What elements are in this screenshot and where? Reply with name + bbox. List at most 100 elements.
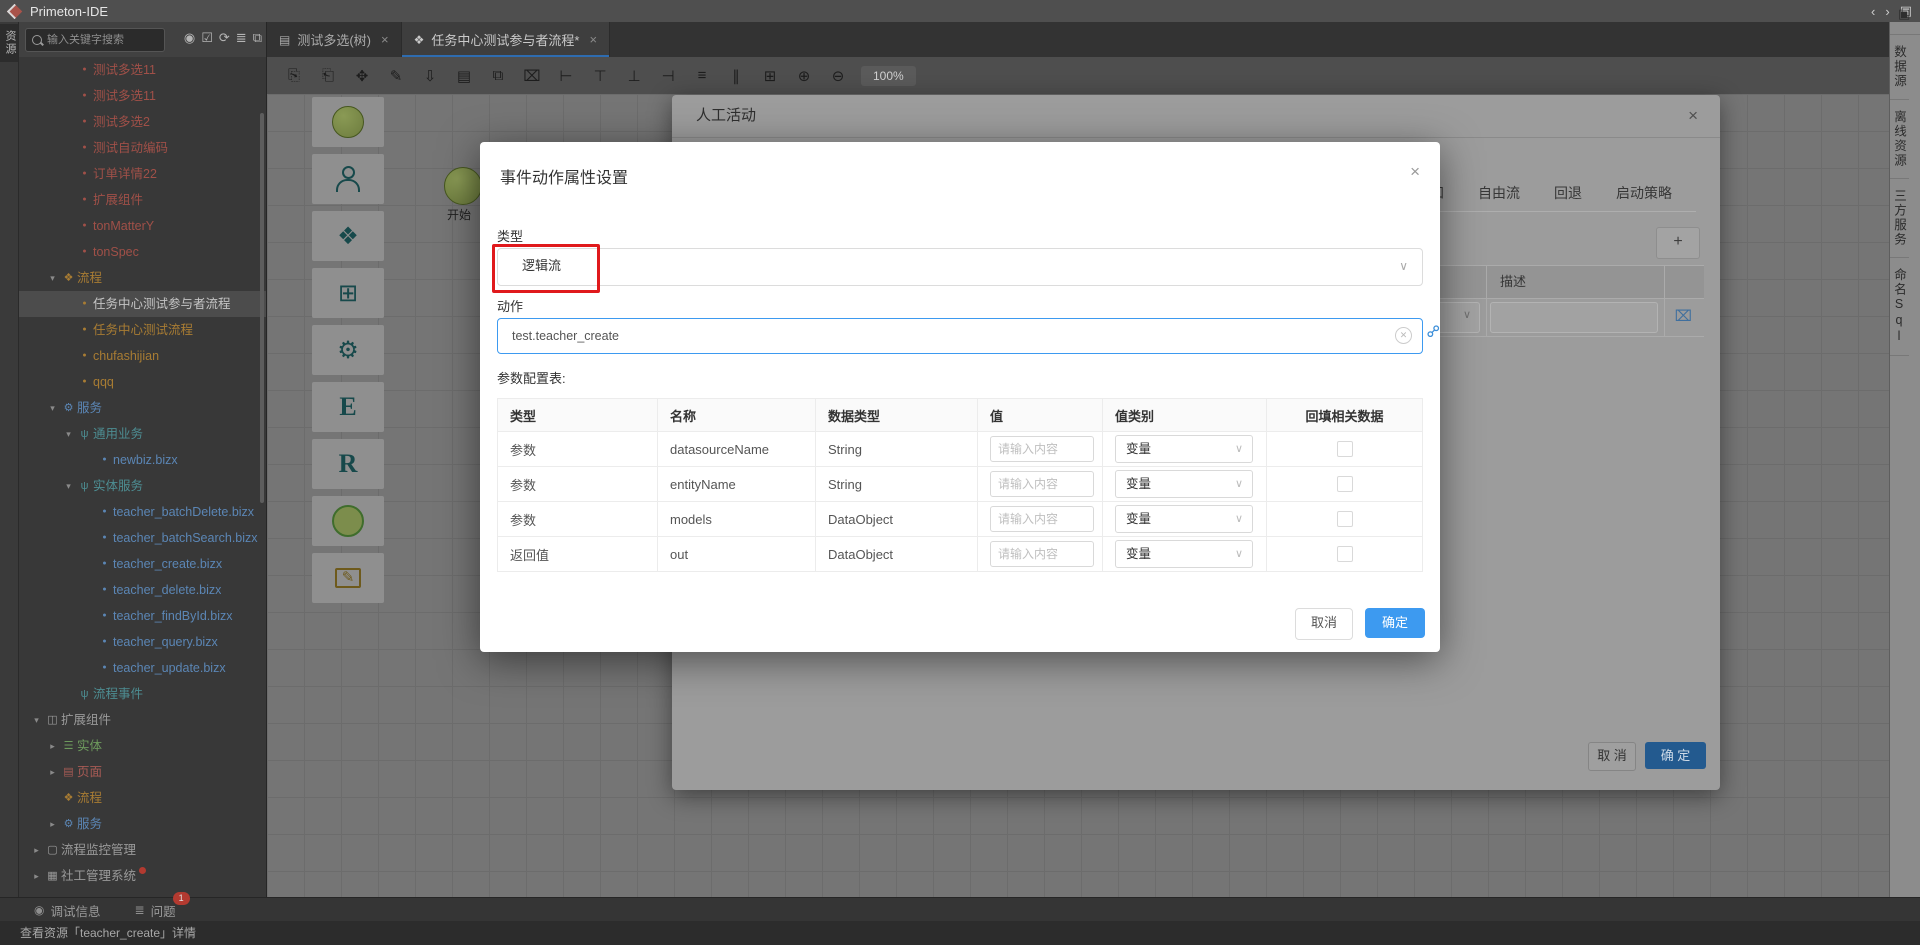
tree-item[interactable]: ▸ ▢ 流程监控管理 — [19, 837, 266, 863]
tree-item[interactable]: ψ 流程事件 — [19, 681, 266, 707]
dialog-tab[interactable]: 自由流 — [1478, 183, 1520, 203]
tree-item[interactable]: ● 扩展组件 — [19, 187, 266, 213]
distribute-icon[interactable]: ∥ — [719, 67, 753, 85]
backfill-checkbox[interactable] — [1337, 476, 1353, 492]
fit-screen-icon[interactable]: ⊞ — [753, 67, 787, 85]
zoom-in-icon[interactable]: ⊕ — [787, 67, 821, 85]
tab-debug-info[interactable]: ◉ 调试信息 — [34, 901, 101, 920]
align-left-icon[interactable]: ⊢ — [549, 67, 583, 85]
tree-item[interactable]: ● teacher_create.bizx — [19, 551, 266, 577]
search-input[interactable] — [45, 33, 164, 47]
tab-task-center-flow[interactable]: ❖ 任务中心测试参与者流程* × — [402, 22, 610, 57]
dialog-tab[interactable]: 启动策略 — [1616, 183, 1672, 203]
copy-icon[interactable]: ⎘ — [277, 67, 311, 84]
palette-service-task[interactable]: ⚙ — [312, 325, 384, 375]
right-rail-tab[interactable]: 离线资源 — [1890, 100, 1909, 179]
tree-item[interactable]: ▸ ⚙ 服务 — [19, 811, 266, 837]
align-center-icon[interactable]: ≡ — [685, 67, 719, 84]
nav-forward-icon[interactable]: › — [1885, 4, 1889, 19]
palette-subprocess[interactable]: ⊞ — [312, 268, 384, 318]
value-kind-select[interactable]: 变量 — [1115, 505, 1253, 533]
expand-arrow-icon[interactable]: ▸ — [45, 733, 60, 759]
tab-close-icon[interactable]: × — [589, 32, 597, 47]
dialog-close-icon[interactable]: × — [1688, 106, 1698, 126]
palette-note[interactable]: ✎ — [312, 553, 384, 603]
dialog-tab[interactable]: 回退 — [1554, 183, 1582, 203]
collapse-all-icon[interactable]: ≣ — [236, 30, 247, 46]
expand-arrow-icon[interactable]: ▸ — [29, 837, 44, 863]
format-paint-icon[interactable]: ✎ — [379, 67, 413, 85]
clear-icon[interactable]: ✕ — [1395, 327, 1412, 344]
paste-icon[interactable]: ⎗ — [311, 67, 345, 84]
align-right-icon[interactable]: ⊣ — [651, 67, 685, 85]
tree-item[interactable]: ▾ ψ 通用业务 — [19, 421, 266, 447]
tree-item[interactable]: ● chufashijian — [19, 343, 266, 369]
right-rail-tab[interactable]: 三方服务 — [1890, 179, 1909, 258]
tree-item[interactable]: ● teacher_batchSearch.bizx — [19, 525, 266, 551]
expand-arrow-icon[interactable]: ▾ — [61, 421, 76, 447]
palette-r-node[interactable]: R — [312, 439, 384, 489]
tree-item[interactable]: ● 任务中心测试参与者流程 — [19, 291, 266, 317]
tree-item[interactable]: ▸ ▦ 社工管理系统 — [19, 863, 266, 889]
action-input[interactable] — [510, 319, 1374, 352]
backfill-checkbox[interactable] — [1337, 546, 1353, 562]
expand-arrow-icon[interactable]: ▸ — [45, 811, 60, 837]
value-input[interactable] — [990, 541, 1094, 567]
value-input[interactable] — [990, 471, 1094, 497]
row-desc-input[interactable] — [1490, 302, 1658, 333]
tree-item[interactable]: ● 测试自动编码 — [19, 135, 266, 161]
backfill-checkbox[interactable] — [1337, 511, 1353, 527]
align-top-icon[interactable]: ⊤ — [583, 67, 617, 85]
document-icon[interactable]: ▤ — [447, 67, 481, 85]
tree-item[interactable]: ● tonMatterY — [19, 213, 266, 239]
tree-item[interactable]: ▾ ◫ 扩展组件 — [19, 707, 266, 733]
delete-icon[interactable]: ⌧ — [515, 67, 549, 85]
modal-cancel-button[interactable]: 取消 — [1295, 608, 1353, 640]
pan-hand-icon[interactable]: ✥ — [345, 67, 379, 85]
right-rail-tab[interactable]: 数据源 — [1890, 35, 1909, 100]
tree-scrollbar[interactable] — [260, 113, 264, 503]
backfill-checkbox[interactable] — [1337, 441, 1353, 457]
tree-item[interactable]: ❖ 流程 — [19, 785, 266, 811]
value-input[interactable] — [990, 506, 1094, 532]
zoom-level[interactable]: 100% — [861, 66, 916, 86]
compare-icon[interactable]: ⧉ — [253, 30, 262, 46]
tab-close-icon[interactable]: × — [381, 32, 389, 47]
tree-item[interactable]: ● 测试多选2 — [19, 109, 266, 135]
value-kind-select[interactable]: 变量 — [1115, 470, 1253, 498]
modal-close-icon[interactable]: × — [1410, 162, 1420, 182]
tree-item[interactable]: ● 订单详情22 — [19, 161, 266, 187]
palette-end-node[interactable] — [312, 496, 384, 546]
refresh-icon[interactable]: ⟳ — [219, 30, 230, 46]
tree-item[interactable]: ▸ ▤ 页面 — [19, 759, 266, 785]
palette-human-activity[interactable] — [312, 154, 384, 204]
rail-tab-resources[interactable]: 资源 — [0, 24, 18, 62]
tab-problems[interactable]: ≣ 问题 1 — [135, 901, 176, 920]
expand-arrow-icon[interactable]: ▾ — [61, 473, 76, 499]
tree-item[interactable]: ▾ ⚙ 服务 — [19, 395, 266, 421]
download-icon[interactable]: ⇩ — [413, 67, 447, 85]
tree-item[interactable]: ● teacher_query.bizx — [19, 629, 266, 655]
row-delete-icon[interactable]: ⌧ — [1675, 307, 1692, 325]
tree-item[interactable]: ● tonSpec — [19, 239, 266, 265]
tree-item[interactable]: ● 测试多选11 — [19, 83, 266, 109]
save-resource-icon[interactable]: ▣ — [1898, 6, 1910, 22]
align-bottom-icon[interactable]: ⊥ — [617, 67, 651, 85]
start-node[interactable] — [444, 167, 482, 205]
ai-assist-icon[interactable]: ◉ — [184, 30, 195, 46]
search-box[interactable] — [25, 28, 165, 52]
modal-ok-button[interactable]: 确定 — [1365, 608, 1425, 638]
add-row-button[interactable]: + — [1656, 227, 1700, 259]
tree-item[interactable]: ● teacher_batchDelete.bizx — [19, 499, 266, 525]
dialog-cancel-button[interactable]: 取 消 — [1588, 742, 1636, 771]
expand-arrow-icon[interactable]: ▾ — [45, 265, 60, 291]
value-kind-select[interactable]: 变量 — [1115, 540, 1253, 568]
right-rail-tab[interactable]: 命名Sql — [1890, 258, 1909, 356]
value-kind-select[interactable]: 变量 — [1115, 435, 1253, 463]
tree-item[interactable]: ● newbiz.bizx — [19, 447, 266, 473]
validate-icon[interactable]: ☑ — [201, 30, 213, 46]
zoom-out-icon[interactable]: ⊖ — [821, 67, 855, 85]
value-input[interactable] — [990, 436, 1094, 462]
palette-e-node[interactable]: E — [312, 382, 384, 432]
type-select[interactable]: 逻辑流 ∨ — [497, 248, 1423, 286]
